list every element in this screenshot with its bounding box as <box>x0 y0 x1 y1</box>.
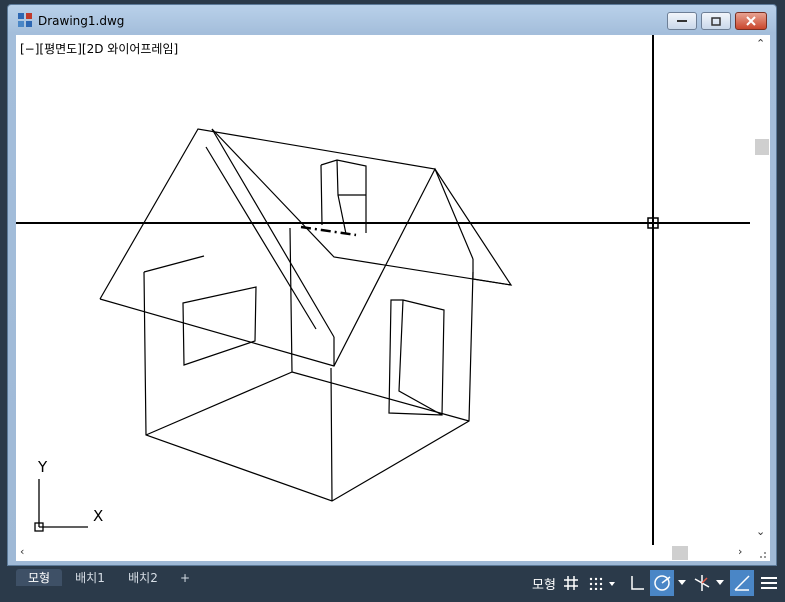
chevron-down-icon <box>716 580 724 585</box>
ortho-icon <box>631 576 644 590</box>
model-space-button[interactable]: 모형 <box>530 570 558 596</box>
minimize-icon <box>677 20 687 22</box>
drawing-window: Drawing1.dwg [−][평면도][2D 와이어프레임] Y X ⌃ ⌄… <box>7 4 777 566</box>
snap-toggle[interactable] <box>584 570 620 596</box>
polar-icon <box>654 575 671 591</box>
isodraft-toggle[interactable] <box>690 570 714 596</box>
horizontal-scrollbar[interactable]: ‹ › <box>16 545 752 561</box>
close-icon <box>746 16 756 26</box>
status-bar: 모형 배치1 배치2 + 모형 <box>0 566 785 602</box>
add-layout-button[interactable]: + <box>173 569 197 586</box>
customize-menu-button[interactable] <box>758 570 780 596</box>
drawing-file-icon <box>18 13 32 27</box>
ucs-y-label: Y <box>38 458 48 476</box>
object-snap-tracking-toggle[interactable] <box>730 570 754 596</box>
close-button[interactable] <box>735 12 767 30</box>
horizontal-scroll-thumb[interactable] <box>672 546 688 560</box>
snap-tracking-icon <box>734 575 750 591</box>
ortho-toggle[interactable] <box>626 570 648 596</box>
title-bar[interactable]: Drawing1.dwg <box>8 5 776 35</box>
isodraft-icon <box>694 575 710 591</box>
restore-icon <box>711 16 721 26</box>
tab-layout1[interactable]: 배치1 <box>66 569 114 586</box>
resize-grip-icon[interactable] <box>754 546 768 560</box>
vertical-scrollbar[interactable]: ⌃ ⌄ <box>752 35 770 545</box>
tab-model[interactable]: 모형 <box>16 569 62 586</box>
minimize-button[interactable] <box>667 12 697 30</box>
vertical-scroll-thumb[interactable] <box>755 139 769 155</box>
snap-icon <box>589 577 615 590</box>
window-title: Drawing1.dwg <box>38 14 125 28</box>
ucs-x-label: X <box>93 507 104 525</box>
tab-layout2[interactable]: 배치2 <box>118 569 168 586</box>
scroll-right-icon[interactable]: › <box>738 545 742 558</box>
chevron-down-icon <box>678 580 686 585</box>
restore-button[interactable] <box>701 12 731 30</box>
polar-options-dropdown[interactable] <box>676 570 688 596</box>
grid-icon <box>564 576 578 590</box>
polar-tracking-toggle[interactable] <box>650 570 674 596</box>
grid-toggle[interactable] <box>560 570 582 596</box>
scroll-up-icon[interactable]: ⌃ <box>756 37 765 50</box>
scroll-left-icon[interactable]: ‹ <box>20 545 24 558</box>
hamburger-menu-icon <box>761 577 777 589</box>
scroll-down-icon[interactable]: ⌄ <box>756 525 765 538</box>
isodraft-options-dropdown[interactable] <box>714 570 726 596</box>
model-canvas[interactable]: [−][평면도][2D 와이어프레임] Y X ⌃ ⌄ ‹ › <box>16 35 770 561</box>
